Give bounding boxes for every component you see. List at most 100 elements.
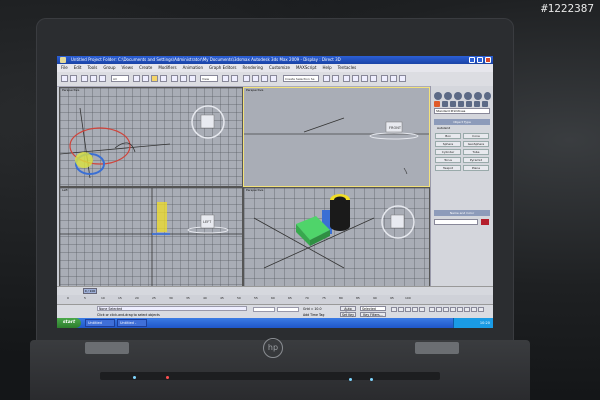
pivot-icon[interactable] [222,75,229,82]
viewport-top-right[interactable]: FRONT Perspective [243,87,430,187]
utilities-tab-icon[interactable] [484,92,491,100]
named-selection-sets-dropdown[interactable]: Create Selection Se [283,75,319,82]
next-frame-icon[interactable] [412,307,418,312]
go-to-start-icon[interactable] [391,307,397,312]
geosphere-button[interactable]: GeoSphere [463,141,489,147]
zoom-icon[interactable] [429,307,435,312]
render-production-icon[interactable] [399,75,406,82]
create-tab-icon[interactable] [434,92,442,100]
menu-edit[interactable]: Edit [74,65,82,70]
pan-view-icon[interactable] [464,307,470,312]
track-bar[interactable]: 0 5 10 15 20 25 30 35 40 45 50 55 60 65 … [57,295,493,304]
menu-group[interactable]: Group [103,65,115,70]
menu-graph-editors[interactable]: Graph Editors [209,65,236,70]
render-setup-icon[interactable] [381,75,388,82]
menu-tentacles[interactable]: Tentacles [338,65,357,70]
select-object-icon[interactable] [133,75,140,82]
orbit-icon[interactable] [471,307,477,312]
angle-snap-icon[interactable] [252,75,259,82]
menu-modifiers[interactable]: Modifiers [158,65,176,70]
viewport-label[interactable]: Perspective [246,188,263,192]
primitive-type-dropdown[interactable]: Standard Primitives [434,108,490,114]
zoom-all-icon[interactable] [436,307,442,312]
layer-manager-icon[interactable] [343,75,350,82]
viewport-bottom-right[interactable]: Perspective [243,187,430,287]
percent-snap-icon[interactable] [261,75,268,82]
autogrid-checkbox[interactable]: AutoGrid [437,126,450,130]
spinner-snap-icon[interactable] [270,75,277,82]
go-to-end-icon[interactable] [419,307,425,312]
select-manipulate-icon[interactable] [231,75,238,82]
hierarchy-tab-icon[interactable] [454,92,462,100]
taskbar-item[interactable]: Untitled [85,319,115,327]
name-and-color-rollout-header[interactable]: Name and Color [434,210,490,216]
lights-category-icon[interactable] [450,101,456,107]
start-button[interactable]: start [57,318,81,328]
selection-filter-dropdown[interactable]: All [111,75,129,82]
material-editor-icon[interactable] [370,75,377,82]
menu-rendering[interactable]: Rendering [243,65,263,70]
viewport-top-left[interactable]: Perspective [59,87,243,187]
schematic-view-icon[interactable] [361,75,368,82]
taskbar-item[interactable]: Untitled - Direct3D [117,319,147,327]
menu-create[interactable]: Create [139,65,152,70]
menu-animation[interactable]: Animation [183,65,203,70]
viewport-label[interactable]: Left [62,188,68,192]
object-color-swatch[interactable] [481,219,489,225]
previous-frame-icon[interactable] [398,307,404,312]
viewport-bottom-left[interactable]: LEFT Left [59,187,243,287]
box-button[interactable]: Box [435,133,461,139]
select-by-name-icon[interactable] [142,75,149,82]
menu-customize[interactable]: Customize [269,65,290,70]
helpers-category-icon[interactable] [466,101,472,107]
maximize-button[interactable] [477,57,483,63]
rotate-icon[interactable] [180,75,187,82]
minimize-button[interactable] [469,57,475,63]
menu-maxscript[interactable]: MAXScript [296,65,317,70]
menu-help[interactable]: Help [322,65,331,70]
geometry-category-icon[interactable] [434,101,440,107]
close-button[interactable] [485,57,491,63]
x-coordinate-field[interactable] [253,307,275,312]
auto-key-button[interactable]: Auto Key [340,306,356,315]
object-name-field[interactable] [434,219,478,225]
display-tab-icon[interactable] [474,92,482,100]
cameras-category-icon[interactable] [458,101,464,107]
align-icon[interactable] [332,75,339,82]
pyramid-button[interactable]: Pyramid [463,157,489,163]
set-key-button[interactable]: Set Key [340,312,356,317]
cone-button[interactable]: Cone [463,133,489,139]
shapes-category-icon[interactable] [442,101,448,107]
play-icon[interactable] [405,307,411,312]
scale-icon[interactable] [189,75,196,82]
snaps-toggle-icon[interactable] [243,75,250,82]
zoom-extents-all-icon[interactable] [450,307,456,312]
tube-button[interactable]: Tube [463,149,489,155]
time-slider-knob[interactable]: 0 / 100 [83,288,97,294]
window-crossing-icon[interactable] [160,75,167,82]
sphere-button[interactable]: Sphere [435,141,461,147]
link-icon[interactable] [81,75,88,82]
modify-tab-icon[interactable] [444,92,452,100]
mirror-icon[interactable] [323,75,330,82]
reference-coordinate-dropdown[interactable]: View [200,75,218,82]
menu-tools[interactable]: Tools [87,65,97,70]
maximize-viewport-icon[interactable] [478,307,484,312]
space-warps-category-icon[interactable] [474,101,480,107]
y-coordinate-field[interactable] [277,307,299,312]
move-icon[interactable] [171,75,178,82]
systems-category-icon[interactable] [482,101,488,107]
key-mode-dropdown[interactable]: Selected [360,306,386,311]
field-of-view-icon[interactable] [457,307,463,312]
torus-button[interactable]: Torus [435,157,461,163]
viewport-label[interactable]: Perspective [246,88,263,92]
curve-editor-icon[interactable] [352,75,359,82]
menu-file[interactable]: File [61,65,68,70]
cylinder-button[interactable]: Cylinder [435,149,461,155]
undo-icon[interactable] [61,75,68,82]
unlink-icon[interactable] [90,75,97,82]
bind-space-warp-icon[interactable] [99,75,106,82]
selection-region-icon[interactable] [151,75,158,82]
add-time-tag[interactable]: Add Time Tag [303,313,324,317]
menu-views[interactable]: Views [122,65,134,70]
